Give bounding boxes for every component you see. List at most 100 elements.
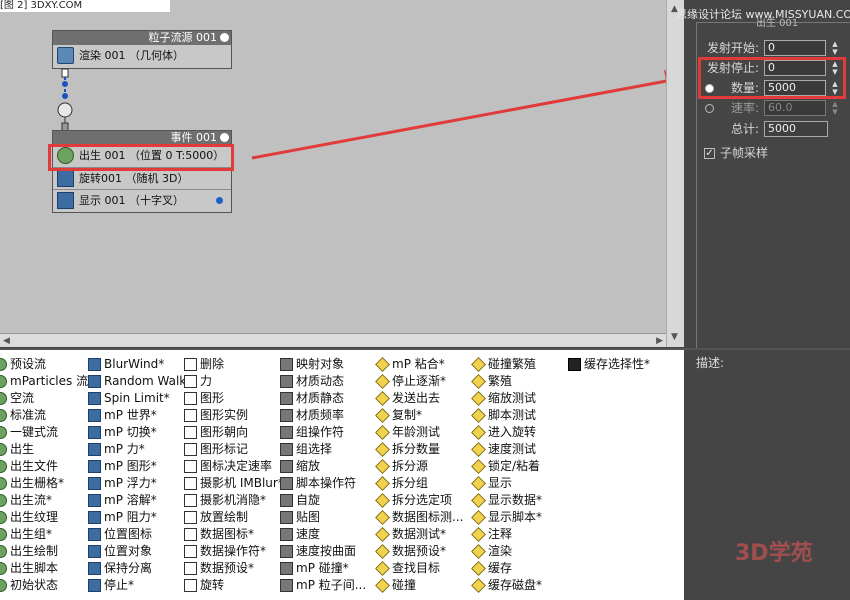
operator-label: 保持分离 [104, 561, 153, 575]
operator-item[interactable]: BlurWind* [88, 356, 192, 373]
operator-item[interactable]: 发送出去 [375, 390, 463, 407]
operator-item[interactable]: 进入旋转 [471, 424, 542, 441]
operator-item[interactable]: 预设流 [0, 356, 94, 373]
operator-item[interactable]: 繁殖 [471, 373, 542, 390]
rate-field[interactable]: 60.0 [764, 100, 826, 116]
operator-item[interactable]: 缓存 [471, 560, 542, 577]
operator-item[interactable]: 组操作符 [280, 424, 366, 441]
operator-item[interactable]: mP 图形* [88, 458, 192, 475]
operator-item[interactable]: mP 力* [88, 441, 192, 458]
operator-item[interactable]: mP 切换* [88, 424, 192, 441]
operator-item[interactable]: 显示 [471, 475, 542, 492]
operator-item[interactable]: 图形 [184, 390, 284, 407]
emit-start-field[interactable]: 0 [764, 40, 826, 56]
operator-item[interactable]: 数据测试* [375, 526, 463, 543]
operator-item[interactable]: 出生绘制 [0, 543, 94, 560]
operator-item[interactable]: 出生 [0, 441, 94, 458]
operator-item[interactable]: 保持分离 [88, 560, 192, 577]
operator-item[interactable]: 出生脚本 [0, 560, 94, 577]
operator-item[interactable]: 脚本操作符 [280, 475, 366, 492]
operator-item[interactable]: 图形实例 [184, 407, 284, 424]
operator-item[interactable]: 拆分源 [375, 458, 463, 475]
operator-icon [88, 511, 101, 524]
operator-item[interactable]: 图标决定速率 [184, 458, 284, 475]
operator-item[interactable]: 删除 [184, 356, 284, 373]
operator-item[interactable]: 速度 [280, 526, 366, 543]
canvas-horizontal-scrollbar[interactable]: ◀ ▶ [0, 333, 666, 347]
operator-item[interactable]: 速度按曲面 [280, 543, 366, 560]
operator-item[interactable]: Spin Limit* [88, 390, 192, 407]
rate-spinner[interactable]: ▲ ▼ [830, 100, 840, 116]
operator-item[interactable]: 图形标记 [184, 441, 284, 458]
operator-item[interactable]: mP 阻力* [88, 509, 192, 526]
operator-item[interactable]: 出生栅格* [0, 475, 94, 492]
operator-item[interactable]: mParticles 流* [0, 373, 94, 390]
operator-item[interactable]: 空流 [0, 390, 94, 407]
operator-item[interactable]: 锁定/粘着 [471, 458, 542, 475]
operator-item[interactable]: 自旋 [280, 492, 366, 509]
operator-item[interactable]: 标准流 [0, 407, 94, 424]
operator-item[interactable]: 数据预设* [375, 543, 463, 560]
operator-item[interactable]: 查找目标 [375, 560, 463, 577]
operator-item[interactable]: 出生流* [0, 492, 94, 509]
operator-item[interactable]: 拆分选定项 [375, 492, 463, 509]
operator-item[interactable]: 缩放测试 [471, 390, 542, 407]
operator-item[interactable]: 摄影机 IMBlur* [184, 475, 284, 492]
operator-item[interactable]: 力 [184, 373, 284, 390]
operator-item[interactable]: mP 粒子间... [280, 577, 366, 594]
operator-item[interactable]: 碰撞繁殖 [471, 356, 542, 373]
operator-item[interactable]: 脚本测试 [471, 407, 542, 424]
subframe-checkbox[interactable]: ✓ [704, 148, 715, 159]
operator-item[interactable]: 停止* [88, 577, 192, 594]
emit-start-spinner[interactable]: ▲ ▼ [830, 40, 840, 56]
operator-label: 缓存磁盘* [488, 578, 543, 592]
operator-item[interactable]: 拆分组 [375, 475, 463, 492]
operator-label: 发送出去 [392, 391, 441, 405]
operator-item[interactable]: 停止逐渐* [375, 373, 463, 390]
operator-item[interactable]: 映射对象 [280, 356, 366, 373]
operator-item[interactable]: 贴图 [280, 509, 366, 526]
operator-item[interactable]: mP 粘合* [375, 356, 463, 373]
operator-item[interactable]: 数据图标* [184, 526, 284, 543]
operator-item[interactable]: 注释 [471, 526, 542, 543]
scroll-left-icon[interactable]: ◀ [3, 334, 10, 348]
operator-item[interactable]: 图形朝向 [184, 424, 284, 441]
operator-item[interactable]: 碰撞 [375, 577, 463, 594]
operator-item[interactable]: 复制* [375, 407, 463, 424]
operator-item[interactable]: 缩放 [280, 458, 366, 475]
operator-item[interactable]: 组选择 [280, 441, 366, 458]
operator-item[interactable]: Random Walk* [88, 373, 192, 390]
operator-item[interactable]: 初始状态 [0, 577, 94, 594]
operator-item[interactable]: 位置对象 [88, 543, 192, 560]
operator-item[interactable]: 数据操作符* [184, 543, 284, 560]
operator-item[interactable]: 数据预设* [184, 560, 284, 577]
operator-item[interactable]: mP 世界* [88, 407, 192, 424]
operator-item[interactable]: 出生文件 [0, 458, 94, 475]
operator-item[interactable]: 速度测试 [471, 441, 542, 458]
operator-item[interactable]: 一键式流 [0, 424, 94, 441]
operator-item[interactable]: mP 溶解* [88, 492, 192, 509]
scroll-right-icon[interactable]: ▶ [656, 334, 663, 348]
operator-item[interactable]: mP 浮力* [88, 475, 192, 492]
operator-item[interactable]: 材质频率 [280, 407, 366, 424]
operator-item[interactable]: 放置绘制 [184, 509, 284, 526]
operator-item[interactable]: 缓存磁盘* [471, 577, 543, 594]
operator-item[interactable]: 材质动态 [280, 373, 366, 390]
operator-item[interactable]: 出生组* [0, 526, 94, 543]
operator-item[interactable]: 显示数据* [471, 492, 542, 509]
operator-item[interactable]: 显示脚本* [471, 509, 542, 526]
scroll-down-icon[interactable]: ▼ [671, 330, 678, 344]
operator-item[interactable]: 拆分数量 [375, 441, 463, 458]
operator-item[interactable]: 年龄测试 [375, 424, 463, 441]
canvas-vertical-scrollbar[interactable]: ▲ ▼ [666, 0, 684, 347]
rate-radio[interactable] [705, 104, 714, 113]
operator-item[interactable]: 缓存选择性* [568, 356, 650, 373]
operator-item[interactable]: 渲染 [471, 543, 542, 560]
operator-item[interactable]: 数据图标测... [375, 509, 463, 526]
operator-item[interactable]: 出生纹理 [0, 509, 94, 526]
operator-item[interactable]: mP 碰撞* [280, 560, 366, 577]
operator-item[interactable]: 位置图标 [88, 526, 192, 543]
operator-item[interactable]: 材质静态 [280, 390, 366, 407]
operator-item[interactable]: 摄影机消隐* [184, 492, 284, 509]
operator-item[interactable]: 旋转 [184, 577, 284, 594]
